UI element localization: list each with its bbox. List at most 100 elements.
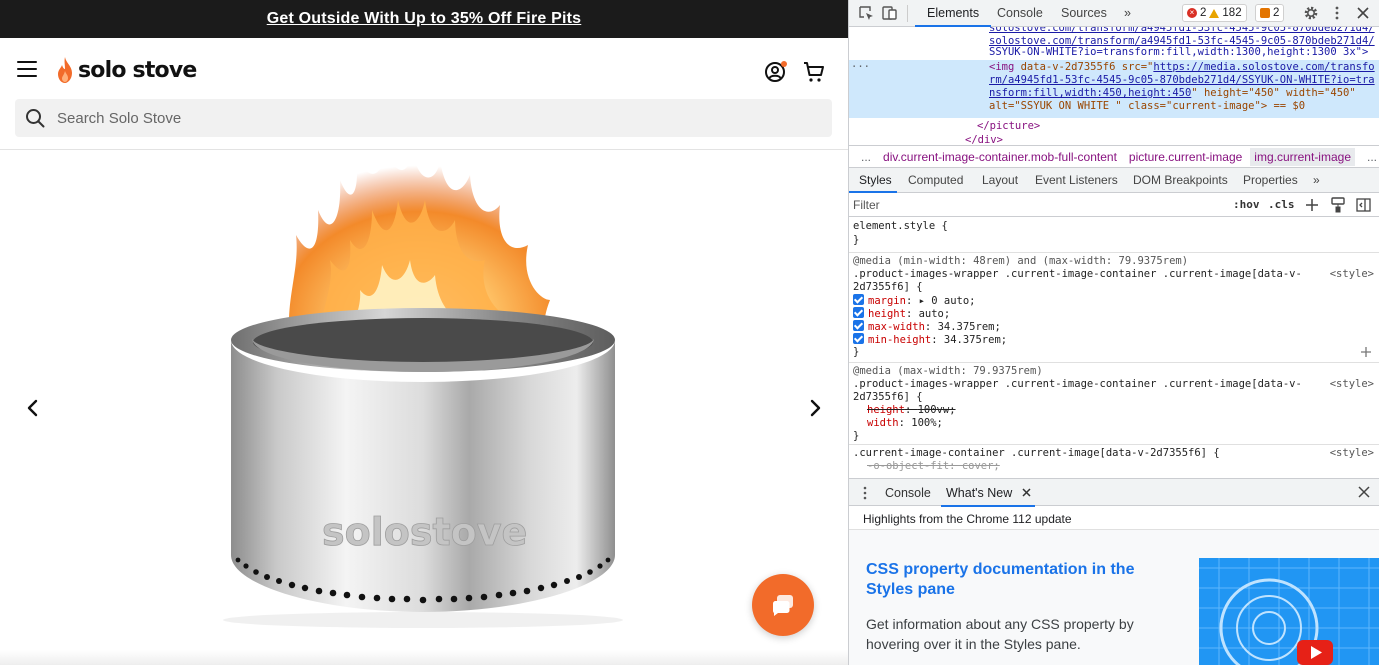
rule1-prop-min-height[interactable]: min-height: 34.375rem; [853,333,1007,347]
product-engraving: solostove [322,510,527,554]
img-tag-open: <img [989,61,1021,73]
promo-link[interactable]: Get Outside With Up to 35% Off Fire Pits [267,10,582,28]
rule1-selector-line2[interactable]: 2d7355f6] { [853,281,923,294]
picture-close-tag[interactable]: </picture> [977,120,1040,133]
rule2-selector-line2[interactable]: 2d7355f6] { [853,391,923,404]
devtools-panel: Elements Console Sources » × 2 182 2 sol… [848,0,1379,665]
chevron-left-icon[interactable] [23,398,43,418]
drawer-menu-icon[interactable] [862,486,868,500]
property-checkbox[interactable] [853,307,864,318]
hover-state-toggle[interactable]: :hov [1233,198,1260,211]
rule1-prop-height[interactable]: height: auto; [853,307,950,321]
drawer-tab-console[interactable]: Console [885,486,931,500]
tab-layout[interactable]: Layout [982,173,1018,187]
tab-event-listeners[interactable]: Event Listeners [1035,173,1118,187]
more-tabs-icon[interactable]: » [1124,6,1131,20]
whats-new-subtitle: Highlights from the Chrome 112 update [849,506,1379,530]
rule2-selector-line1[interactable]: .product-images-wrapper .current-image-c… [853,378,1302,391]
rule2-media-query: @media (max-width: 79.9375rem) [853,365,1043,377]
cart-icon[interactable] [802,60,826,84]
img-src-url-2[interactable]: rm/a4945fd1-53fc-4545-9c05-870bdeb271d4/… [989,74,1375,86]
img-src-attr: src=" [1115,61,1154,73]
tab-sources[interactable]: Sources [1061,6,1107,20]
feature-description: Get information about any CSS property b… [866,616,1134,652]
sidebar-tabs: Styles Computed Layout Event Listeners D… [849,168,1379,193]
rule3-prop-object-fit[interactable]: -o-object-fit: cover; [867,460,1000,473]
account-icon[interactable] [764,60,788,84]
class-toggle[interactable]: .cls [1268,198,1295,211]
styles-filter-bar: :hov .cls [849,193,1379,217]
warning-icon [1209,8,1220,18]
dom-breadcrumb: ... div.current-image-container.mob-full… [849,145,1379,168]
breadcrumb-picture[interactable]: picture.current-image [1129,150,1242,164]
bottom-edge [0,650,848,665]
tab-properties[interactable]: Properties [1243,173,1298,187]
dom-srcset-url-1[interactable]: solostove.com/transform/a4945fd1-53fc-45… [989,27,1375,34]
fire-pit-illustration: solostove [223,150,623,628]
node-ellipsis-icon[interactable]: ··· [851,61,870,74]
add-property-icon[interactable] [1360,346,1372,358]
feature-title-link[interactable]: CSS property documentation in the Styles… [866,560,1166,600]
rule1-prop-max-width[interactable]: max-width: 34.375rem; [853,320,1001,334]
rule3-selector[interactable]: .current-image-container .current-image[… [853,447,1220,460]
drawer-tab-whats-new[interactable]: What's New [946,486,1012,500]
tab-elements[interactable]: Elements [927,6,979,20]
console-counts[interactable]: × 2 182 [1182,4,1247,22]
breadcrumb-div[interactable]: div.current-image-container.mob-full-con… [883,150,1117,164]
drawer-toolbar: Console What's New [849,478,1379,507]
brand-logo[interactable]: solo stove [55,55,197,85]
tab-computed[interactable]: Computed [908,173,963,187]
brand-wordmark: solo stove [78,57,197,83]
close-tab-icon[interactable] [1022,488,1031,497]
chat-bubble-icon [773,595,793,616]
rule1-media-query: @media (min-width: 48rem) and (max-width… [853,255,1189,267]
img-alt-attr: alt="SSYUK ON WHITE " class="current-ima… [989,100,1306,112]
styles-filter-input[interactable] [853,196,1213,214]
devtools-toolbar: Elements Console Sources » × 2 182 2 [849,0,1379,27]
breadcrumb-more-right[interactable]: ... [1367,150,1377,164]
style-rule-2: @media (max-width: 79.9375rem) .product-… [849,363,1379,445]
element-style-rule[interactable]: element.style { } [849,218,1379,253]
dom-tree[interactable]: solostove.com/transform/a4945fd1-53fc-45… [849,27,1379,145]
property-checkbox[interactable] [853,294,864,305]
warning-count: 182 [1222,7,1242,19]
rule2-source-link[interactable]: <style> [1330,378,1374,391]
search-input[interactable] [57,109,757,127]
img-src-url-1[interactable]: https://media.solostove.com/transfo [1153,61,1374,73]
rule2-prop-width[interactable]: width: 100%; [867,417,943,430]
property-checkbox[interactable] [853,320,864,331]
rule3-source-link[interactable]: <style> [1330,447,1374,460]
website-viewport: Get Outside With Up to 35% Off Fire Pits… [0,0,848,665]
element-style-close: } [853,234,860,246]
img-src-url-3[interactable]: nsform:fill,width:450,height:450 [989,87,1191,99]
feature-video-thumbnail[interactable] [1199,558,1379,665]
chat-button[interactable] [752,574,814,636]
tab-styles[interactable]: Styles [859,173,892,187]
tab-dom-breakpoints[interactable]: DOM Breakpoints [1133,173,1228,187]
breadcrumb-img[interactable]: img.current-image [1250,147,1355,166]
issues-counter[interactable]: 2 [1255,4,1285,22]
promo-banner[interactable]: Get Outside With Up to 35% Off Fire Pits [0,0,848,38]
paint-brush-icon[interactable] [1331,197,1345,213]
rule2-prop-height-overridden[interactable]: height: 100vw; [867,404,956,417]
device-toolbar-icon[interactable] [882,5,898,21]
breadcrumb-more-left[interactable]: ... [861,150,871,164]
rule1-selector-line1[interactable]: .product-images-wrapper .current-image-c… [853,268,1302,281]
style-rule-3: .current-image-container .current-image[… [849,445,1379,478]
search-bar[interactable] [15,99,832,137]
rule1-source-link[interactable]: <style> [1330,268,1374,281]
tab-console[interactable]: Console [997,6,1043,20]
div-close-tag[interactable]: </div> [965,134,1003,145]
chevron-right-icon[interactable] [805,398,825,418]
more-subtabs-icon[interactable]: » [1313,173,1320,187]
menu-icon[interactable] [17,61,37,77]
rule1-prop-margin[interactable]: margin: ▸ 0 auto; [853,294,976,308]
settings-gear-icon[interactable] [1303,5,1319,21]
more-options-icon[interactable] [1329,5,1345,21]
add-rule-icon[interactable] [1305,198,1319,212]
sidebar-toggle-icon[interactable] [1356,198,1371,212]
close-devtools-icon[interactable] [1355,5,1371,21]
property-checkbox[interactable] [853,333,864,344]
close-drawer-icon[interactable] [1358,486,1370,498]
inspect-element-icon[interactable] [858,5,874,21]
